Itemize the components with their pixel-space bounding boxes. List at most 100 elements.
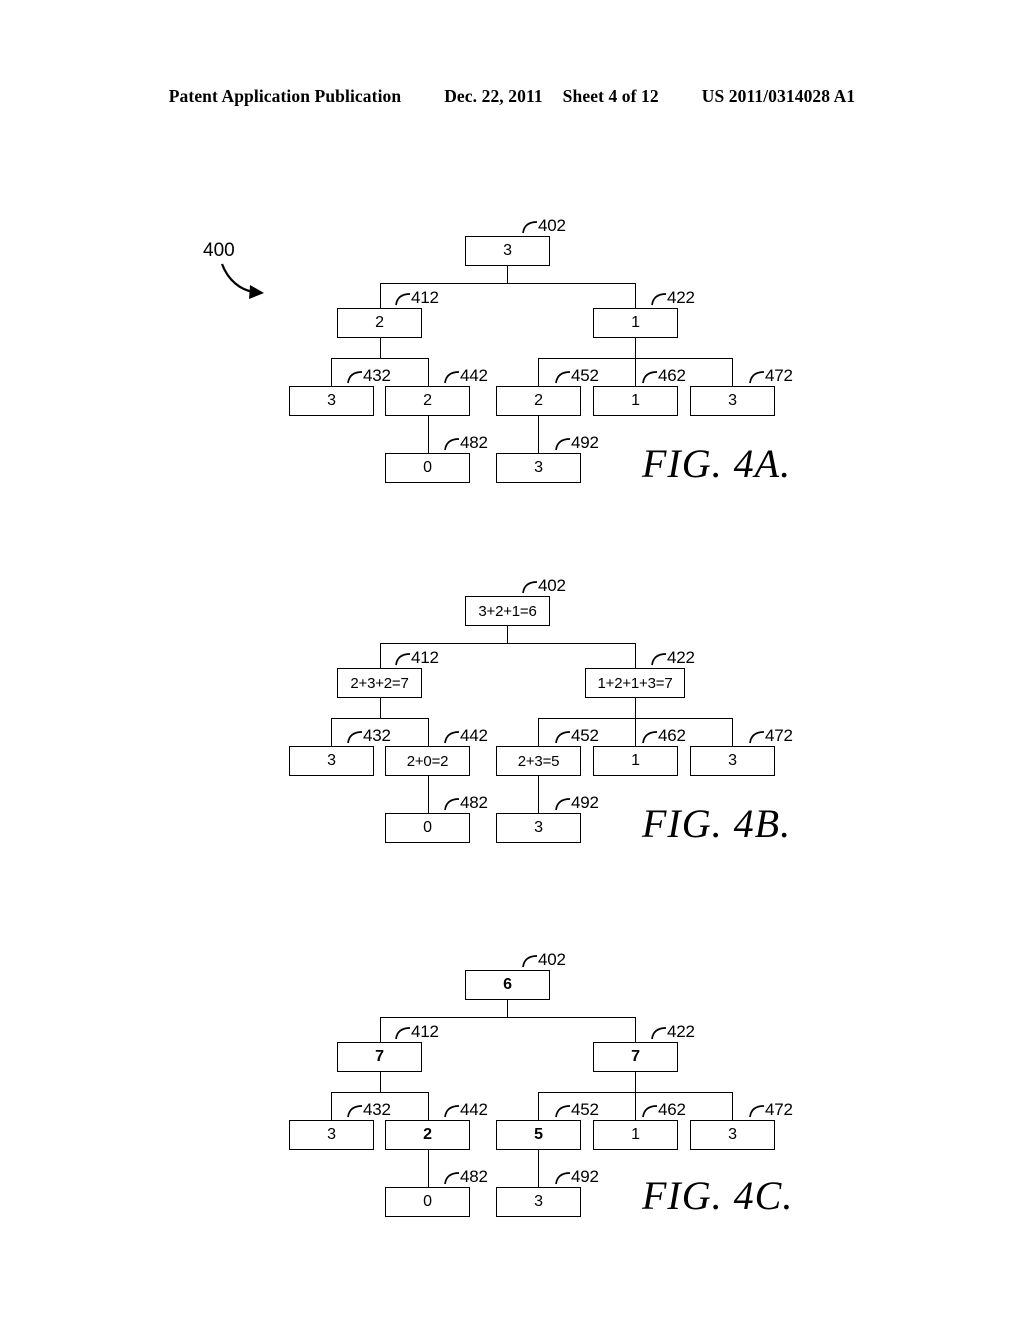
leader-hook-icon bbox=[444, 1105, 460, 1118]
ref-432: 432 bbox=[347, 726, 391, 746]
node-452[interactable]: 5 bbox=[496, 1120, 581, 1150]
leader-hook-icon bbox=[749, 731, 765, 744]
node-472[interactable]: 3 bbox=[690, 1120, 775, 1150]
leader-hook-icon bbox=[651, 653, 667, 666]
connector-drop-442 bbox=[428, 718, 429, 746]
connector-422-stem bbox=[635, 338, 636, 358]
leader-hook-icon bbox=[651, 1027, 667, 1040]
node-412[interactable]: 2+3+2=7 bbox=[337, 668, 422, 698]
ref-482: 482 bbox=[444, 433, 488, 453]
ref-452: 452 bbox=[555, 1100, 599, 1120]
connector-412-bus bbox=[331, 358, 429, 359]
node-472[interactable]: 3 bbox=[690, 746, 775, 776]
connector-drop-472 bbox=[732, 718, 733, 746]
leader-hook-icon bbox=[522, 581, 538, 594]
node-412[interactable]: 7 bbox=[337, 1042, 422, 1072]
connector-drop-442 bbox=[428, 358, 429, 386]
node-472[interactable]: 3 bbox=[690, 386, 775, 416]
ref-482: 482 bbox=[444, 1167, 488, 1187]
node-462[interactable]: 1 bbox=[593, 1120, 678, 1150]
connector-drop-462 bbox=[635, 358, 636, 386]
figure-4c: 6 7 7 3 2 5 1 3 0 3 402 412 422 432 442 bbox=[0, 0, 1024, 1218]
connector-drop-472 bbox=[732, 358, 733, 386]
connector-452-to-492 bbox=[538, 416, 539, 453]
ref-402: 402 bbox=[522, 576, 566, 596]
node-452[interactable]: 2+3=5 bbox=[496, 746, 581, 776]
leader-hook-icon bbox=[522, 955, 538, 968]
node-432[interactable]: 3 bbox=[289, 1120, 374, 1150]
node-432[interactable]: 3 bbox=[289, 386, 374, 416]
node-402[interactable]: 6 bbox=[465, 970, 550, 1000]
connector-422-stem bbox=[635, 1072, 636, 1092]
connector-412-stem bbox=[380, 698, 381, 718]
node-482[interactable]: 0 bbox=[385, 453, 470, 483]
connector-drop-432 bbox=[331, 718, 332, 746]
node-442[interactable]: 2 bbox=[385, 386, 470, 416]
ref-462: 462 bbox=[642, 1100, 686, 1120]
connector-drop-422 bbox=[635, 643, 636, 668]
node-422[interactable]: 1+2+1+3=7 bbox=[585, 668, 685, 698]
connector-412-bus bbox=[331, 718, 429, 719]
connector-drop-432 bbox=[331, 1092, 332, 1120]
connector-root-stem bbox=[507, 1000, 508, 1017]
leader-hook-icon bbox=[444, 731, 460, 744]
node-442[interactable]: 2 bbox=[385, 1120, 470, 1150]
ref-442: 442 bbox=[444, 366, 488, 386]
leader-hook-icon bbox=[555, 1105, 571, 1118]
connector-412-bus bbox=[331, 1092, 429, 1093]
ref-482: 482 bbox=[444, 793, 488, 813]
node-462[interactable]: 1 bbox=[593, 386, 678, 416]
connector-drop-442 bbox=[428, 1092, 429, 1120]
connector-drop-412 bbox=[380, 1017, 381, 1042]
ref-472: 472 bbox=[749, 366, 793, 386]
connector-level1-bus bbox=[380, 643, 635, 644]
node-482[interactable]: 0 bbox=[385, 1187, 470, 1217]
connector-422-stem bbox=[635, 698, 636, 718]
connector-drop-422 bbox=[635, 1017, 636, 1042]
node-492[interactable]: 3 bbox=[496, 813, 581, 843]
ref-472: 472 bbox=[749, 1100, 793, 1120]
ref-492: 492 bbox=[555, 1167, 599, 1187]
ref-452: 452 bbox=[555, 726, 599, 746]
node-402[interactable]: 3+2+1=6 bbox=[465, 596, 550, 626]
connector-412-stem bbox=[380, 338, 381, 358]
node-442[interactable]: 2+0=2 bbox=[385, 746, 470, 776]
leader-hook-icon bbox=[347, 731, 363, 744]
leader-hook-icon bbox=[642, 1105, 658, 1118]
node-462[interactable]: 1 bbox=[593, 746, 678, 776]
leader-hook-icon bbox=[347, 371, 363, 384]
node-452[interactable]: 2 bbox=[496, 386, 581, 416]
connector-442-to-482 bbox=[428, 776, 429, 813]
leader-hook-icon bbox=[444, 438, 460, 451]
ref-442: 442 bbox=[444, 1100, 488, 1120]
node-492[interactable]: 3 bbox=[496, 453, 581, 483]
ref-422: 422 bbox=[651, 648, 695, 668]
node-432[interactable]: 3 bbox=[289, 746, 374, 776]
connector-412-stem bbox=[380, 1072, 381, 1092]
ref-422: 422 bbox=[651, 1022, 695, 1042]
ref-442: 442 bbox=[444, 726, 488, 746]
leader-hook-icon bbox=[555, 1172, 571, 1185]
leader-hook-icon bbox=[444, 371, 460, 384]
connector-452-to-492 bbox=[538, 1150, 539, 1187]
leader-hook-icon bbox=[749, 371, 765, 384]
figure-caption-4c: FIG. 4C. bbox=[642, 1173, 794, 1218]
connector-drop-412 bbox=[380, 643, 381, 668]
leader-hook-icon bbox=[347, 1105, 363, 1118]
connector-drop-452 bbox=[538, 718, 539, 746]
leader-hook-icon bbox=[642, 371, 658, 384]
connector-drop-432 bbox=[331, 358, 332, 386]
node-422[interactable]: 7 bbox=[593, 1042, 678, 1072]
node-482[interactable]: 0 bbox=[385, 813, 470, 843]
connector-level1-bus bbox=[380, 1017, 635, 1018]
ref-452: 452 bbox=[555, 366, 599, 386]
figure-caption-4b: FIG. 4B. bbox=[642, 801, 792, 846]
node-492[interactable]: 3 bbox=[496, 1187, 581, 1217]
connector-442-to-482 bbox=[428, 1150, 429, 1187]
ref-462: 462 bbox=[642, 726, 686, 746]
leader-hook-icon bbox=[395, 653, 411, 666]
leader-hook-icon bbox=[444, 798, 460, 811]
leader-hook-icon bbox=[555, 731, 571, 744]
ref-402: 402 bbox=[522, 950, 566, 970]
connector-drop-462 bbox=[635, 718, 636, 746]
